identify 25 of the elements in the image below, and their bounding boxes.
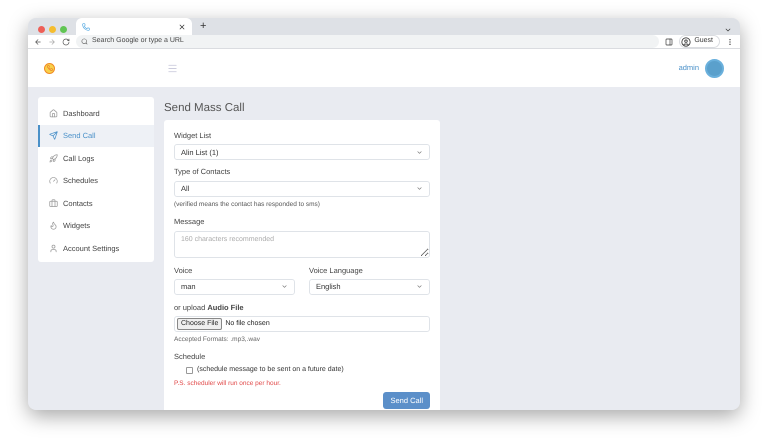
gauge-icon — [49, 176, 58, 186]
user-icon — [681, 36, 692, 46]
chevron-down-icon — [416, 283, 423, 290]
close-icon[interactable] — [178, 22, 186, 30]
paper-plane-icon — [49, 131, 58, 140]
side-panel-icon[interactable] — [665, 38, 674, 46]
briefcase-icon — [49, 198, 58, 208]
chevron-down-icon — [416, 185, 423, 192]
forward-icon[interactable] — [48, 38, 56, 46]
reload-icon[interactable] — [62, 38, 70, 46]
chevron-down-icon — [281, 283, 288, 290]
flame-icon — [49, 221, 58, 230]
search-icon — [81, 38, 88, 45]
checkbox[interactable] — [186, 366, 193, 374]
user-icon — [49, 244, 58, 253]
rocket-icon — [49, 154, 58, 163]
new-tab-button[interactable]: + — [200, 21, 206, 32]
avatar[interactable] — [705, 58, 724, 78]
chevron-down-icon[interactable] — [724, 26, 732, 34]
phone-icon — [82, 22, 90, 30]
back-icon[interactable] — [34, 38, 42, 46]
page-title: Send Mass Call — [164, 100, 246, 116]
chevron-down-icon — [416, 148, 423, 156]
logo-icon — [44, 62, 55, 74]
house-icon — [49, 108, 58, 118]
